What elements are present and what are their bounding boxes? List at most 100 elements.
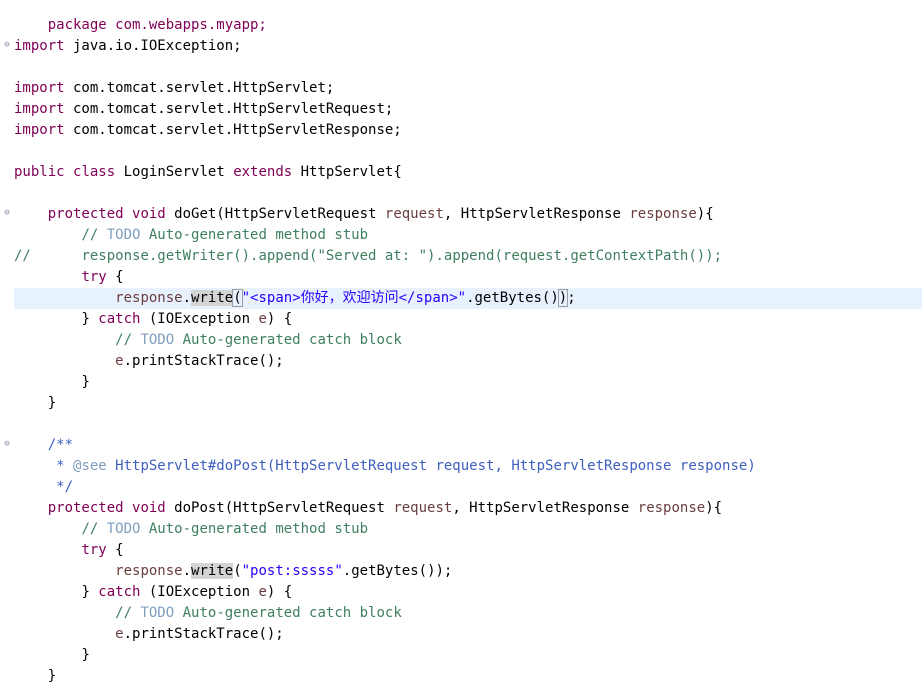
comment: Auto-generated method stub: [140, 521, 369, 537]
method-call-highlight: write: [191, 563, 234, 579]
comment: //: [14, 248, 31, 264]
code-text: }: [81, 311, 99, 327]
comment: //: [115, 332, 141, 348]
method-call-highlight: write: [191, 290, 234, 306]
parameter: e: [258, 584, 267, 600]
code-text: .: [182, 290, 192, 306]
import-path: com.tomcat.servlet.HttpServletRequest;: [64, 101, 394, 117]
todo-tag: TODO: [106, 227, 141, 243]
code-text: (IOException: [140, 311, 259, 327]
code-text: }: [81, 374, 90, 390]
code-line[interactable]: import com.tomcat.servlet.HttpServletReq…: [14, 99, 922, 120]
code-line[interactable]: e.printStackTrace();: [14, 351, 922, 372]
keyword: void: [132, 206, 166, 222]
code-line[interactable]: import com.tomcat.servlet.HttpServletRes…: [14, 120, 922, 141]
keyword: import: [14, 38, 65, 54]
editor-gutter: [0, 0, 14, 689]
code-line[interactable]: } catch (IOException e) {: [14, 309, 922, 330]
todo-tag: TODO: [106, 521, 141, 537]
keyword: void: [132, 500, 166, 516]
import-path: com.tomcat.servlet.HttpServletResponse;: [64, 122, 402, 138]
method-signature: , HttpServletResponse: [443, 206, 630, 222]
javadoc: *: [47, 458, 74, 474]
package-statement: package com.webapps.myapp;: [47, 17, 267, 33]
javadoc: */: [47, 479, 74, 495]
javadoc: /**: [47, 437, 74, 453]
string-literal: "<span>你好，欢迎访问</span>": [241, 290, 467, 306]
code-line[interactable]: } catch (IOException e) {: [14, 582, 922, 603]
keyword: public: [14, 164, 65, 180]
code-line[interactable]: // TODO Auto-generated catch block: [14, 330, 922, 351]
code-text: (IOException: [140, 584, 259, 600]
keyword: class: [73, 164, 116, 180]
code-text: }: [47, 668, 57, 684]
import-path: java.io.IOException;: [64, 38, 242, 54]
code-text: }: [47, 395, 57, 411]
code-line[interactable]: protected void doPost(HttpServletRequest…: [14, 498, 922, 519]
keyword: catch: [98, 584, 141, 600]
code-line[interactable]: /**: [14, 435, 922, 456]
current-code-line[interactable]: response.write("<span>你好，欢迎访问</span>".ge…: [14, 288, 922, 309]
code-text: ;: [567, 290, 576, 306]
code-text: .getBytes(): [466, 290, 559, 306]
keyword: extends: [233, 164, 293, 180]
code-text: .printStackTrace();: [123, 626, 284, 642]
javadoc-tag: @see: [73, 458, 107, 474]
code-text: }: [81, 647, 90, 663]
code-line[interactable]: }: [14, 372, 922, 393]
code-line[interactable]: import java.io.IOException;: [14, 36, 922, 57]
fold-collapse-icon[interactable]: ⊖: [2, 40, 12, 50]
parameter: response: [629, 206, 697, 222]
matching-bracket: ): [557, 289, 569, 307]
code-text: .: [182, 563, 192, 579]
code-line[interactable]: protected void doGet(HttpServletRequest …: [14, 204, 922, 225]
code-line[interactable]: * @see HttpServlet#doPost(HttpServletReq…: [14, 456, 922, 477]
code-line[interactable]: e.printStackTrace();: [14, 624, 922, 645]
import-path: com.tomcat.servlet.HttpServlet;: [64, 80, 335, 96]
fold-collapse-icon[interactable]: ⊖: [2, 208, 12, 218]
code-line[interactable]: import com.tomcat.servlet.HttpServlet;: [14, 78, 922, 99]
parameter: response: [637, 500, 706, 516]
parameter: e: [115, 353, 124, 369]
code-line[interactable]: }: [14, 645, 922, 666]
keyword: try: [81, 542, 107, 558]
code-line[interactable]: public class LoginServlet extends HttpSe…: [14, 162, 922, 183]
code-line[interactable]: response.write("post:sssss".getBytes());: [14, 561, 922, 582]
comment: .getContextPath());: [561, 248, 723, 264]
method-signature: doPost(HttpServletRequest: [165, 500, 394, 516]
comment: response.getWriter().append(: [81, 248, 318, 264]
code-line[interactable]: try {: [14, 267, 922, 288]
code-line[interactable]: // response.getWriter().append("Served a…: [14, 246, 922, 267]
parameter: request: [384, 206, 444, 222]
todo-tag: TODO: [140, 332, 175, 348]
string-literal: "post:sssss": [241, 563, 343, 579]
code-line[interactable]: */: [14, 477, 922, 498]
code-line[interactable]: }: [14, 393, 922, 414]
comment: request: [502, 248, 562, 264]
keyword: try: [81, 269, 107, 285]
code-line[interactable]: try {: [14, 540, 922, 561]
code-text: (: [233, 563, 242, 579]
keyword: import: [14, 80, 65, 96]
method-signature: , HttpServletResponse: [452, 500, 638, 516]
code-line[interactable]: // TODO Auto-generated catch block: [14, 603, 922, 624]
comment: //: [81, 227, 107, 243]
code-line[interactable]: package com.webapps.myapp;: [14, 0, 922, 33]
class-name: LoginServlet: [115, 164, 234, 180]
method-signature: doGet(HttpServletRequest: [165, 206, 385, 222]
fold-collapse-icon[interactable]: ⊖: [2, 439, 12, 449]
comment: Auto-generated method stub: [140, 227, 369, 243]
code-line[interactable]: }: [14, 666, 922, 687]
parameter: e: [258, 311, 267, 327]
code-text: ) {: [266, 311, 293, 327]
superclass: HttpServlet{: [292, 164, 402, 180]
code-editor[interactable]: ⊖ ⊖ ⊖ package com.webapps.myapp; import …: [0, 0, 922, 689]
comment: Auto-generated catch block: [174, 605, 402, 621]
code-line[interactable]: // TODO Auto-generated method stub: [14, 519, 922, 540]
keyword: protected: [47, 206, 124, 222]
code-text: {: [106, 269, 124, 285]
code-line[interactable]: // TODO Auto-generated method stub: [14, 225, 922, 246]
comment: ).append(: [427, 248, 503, 264]
code-text: ) {: [266, 584, 293, 600]
keyword: protected: [47, 500, 124, 516]
